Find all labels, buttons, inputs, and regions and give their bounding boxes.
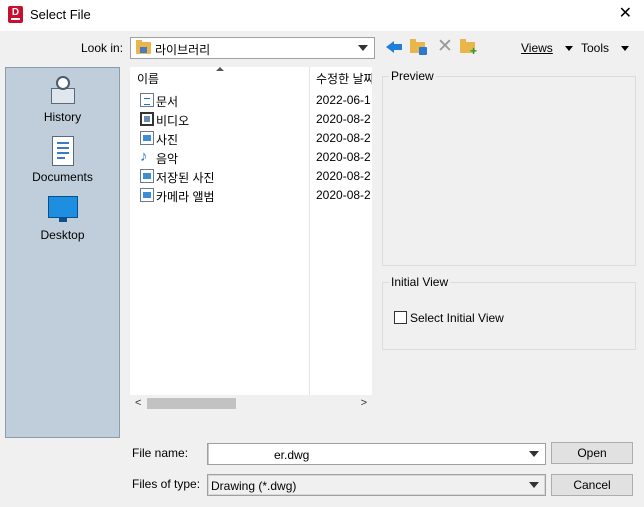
close-icon[interactable]: ✕ bbox=[619, 5, 632, 23]
item-date: 2020-08-2 bbox=[316, 131, 371, 145]
tools-label: Tools bbox=[581, 41, 610, 55]
list-item[interactable]: 문서 2022-06-1 bbox=[130, 91, 372, 110]
scroll-left-icon[interactable]: < bbox=[135, 397, 141, 409]
place-history[interactable]: History bbox=[6, 76, 119, 124]
document-icon bbox=[140, 93, 154, 107]
look-in-value: 라이브러리 bbox=[155, 43, 211, 57]
music-icon: ♪ bbox=[140, 148, 148, 165]
window-title: Select File bbox=[30, 7, 91, 22]
app-icon-letter: D bbox=[11, 7, 20, 18]
history-icon bbox=[49, 76, 77, 106]
file-name-value: er.dwg bbox=[274, 448, 310, 462]
item-name: 저장된 사진 bbox=[156, 171, 215, 185]
item-name: 비디오 bbox=[156, 114, 190, 128]
look-in-dropdown[interactable]: 라이브러리 bbox=[130, 37, 375, 59]
caret-down-icon bbox=[564, 46, 573, 52]
chevron-down-icon[interactable] bbox=[529, 451, 539, 457]
title-bar: D Select File ✕ bbox=[0, 0, 644, 31]
list-item[interactable]: 사진 2020-08-2 bbox=[130, 129, 372, 148]
back-arrow-icon[interactable] bbox=[386, 38, 404, 56]
video-icon bbox=[140, 112, 154, 126]
delete-icon[interactable]: ✕ bbox=[437, 37, 455, 56]
preview-panel: Preview bbox=[382, 69, 636, 266]
look-in-label: Look in: bbox=[81, 41, 124, 55]
list-item[interactable]: 카메라 앨범 2020-08-2 bbox=[130, 186, 372, 205]
place-label: Desktop bbox=[40, 228, 85, 242]
documents-icon bbox=[51, 136, 74, 166]
file-list[interactable]: 이름 수정한 날짜 문서 2022-06-1 비디오 2020-08-2 사진 … bbox=[130, 67, 372, 412]
tools-menu-button[interactable]: Tools bbox=[581, 41, 630, 55]
up-one-level-icon[interactable] bbox=[410, 38, 428, 56]
caret-down-icon bbox=[621, 46, 630, 52]
list-item[interactable]: 비디오 2020-08-2 bbox=[130, 110, 372, 129]
item-date: 2020-08-2 bbox=[316, 188, 371, 202]
horizontal-scrollbar[interactable]: < > bbox=[130, 395, 372, 412]
files-of-type-value: Drawing (*.dwg) bbox=[211, 479, 297, 493]
scrollbar-thumb[interactable] bbox=[147, 398, 236, 409]
files-of-type-dropdown[interactable]: Drawing (*.dwg) bbox=[207, 474, 546, 496]
views-label: Views bbox=[521, 41, 553, 55]
desktop-icon bbox=[47, 196, 78, 224]
places-bar: History Documents Desktop bbox=[5, 67, 120, 438]
item-name: 카메라 앨범 bbox=[156, 190, 215, 204]
cancel-button[interactable]: Cancel bbox=[551, 474, 633, 496]
open-button[interactable]: Open bbox=[551, 442, 633, 464]
picture-icon bbox=[140, 131, 154, 145]
place-label: Documents bbox=[32, 170, 93, 184]
column-header-date[interactable]: 수정한 날짜 bbox=[316, 70, 372, 87]
item-name: 음악 bbox=[156, 152, 179, 166]
picture-icon bbox=[140, 188, 154, 202]
picture-icon bbox=[140, 169, 154, 183]
scroll-right-icon[interactable]: > bbox=[361, 397, 367, 409]
place-documents[interactable]: Documents bbox=[6, 136, 119, 184]
chevron-down-icon bbox=[358, 45, 368, 51]
initial-view-title: Initial View bbox=[389, 275, 451, 289]
file-name-input[interactable]: er.dwg bbox=[207, 443, 546, 465]
column-header-name[interactable]: 이름 bbox=[137, 70, 159, 87]
sort-ascending-icon bbox=[216, 67, 224, 71]
item-date: 2022-06-1 bbox=[316, 93, 371, 107]
select-initial-view-checkbox[interactable] bbox=[394, 311, 407, 324]
folder-icon bbox=[136, 40, 151, 54]
item-name: 문서 bbox=[156, 95, 179, 109]
files-of-type-label: Files of type: bbox=[132, 477, 201, 491]
list-item[interactable]: ♪ 음악 2020-08-2 bbox=[130, 148, 372, 167]
chevron-down-icon bbox=[529, 482, 539, 488]
item-date: 2020-08-2 bbox=[316, 112, 371, 126]
item-name: 사진 bbox=[156, 133, 179, 147]
file-name-label: File name: bbox=[132, 446, 189, 460]
place-label: History bbox=[43, 110, 82, 124]
preview-title: Preview bbox=[389, 69, 436, 83]
list-item[interactable]: 저장된 사진 2020-08-2 bbox=[130, 167, 372, 186]
app-icon: D bbox=[8, 6, 23, 23]
select-initial-view-label[interactable]: Select Initial View bbox=[410, 311, 504, 325]
place-desktop[interactable]: Desktop bbox=[6, 196, 119, 242]
initial-view-panel: Initial View Select Initial View bbox=[382, 275, 636, 350]
item-date: 2020-08-2 bbox=[316, 150, 371, 164]
new-folder-icon[interactable]: + bbox=[460, 38, 478, 57]
item-date: 2020-08-2 bbox=[316, 169, 371, 183]
views-menu-button[interactable]: Views bbox=[521, 41, 573, 55]
